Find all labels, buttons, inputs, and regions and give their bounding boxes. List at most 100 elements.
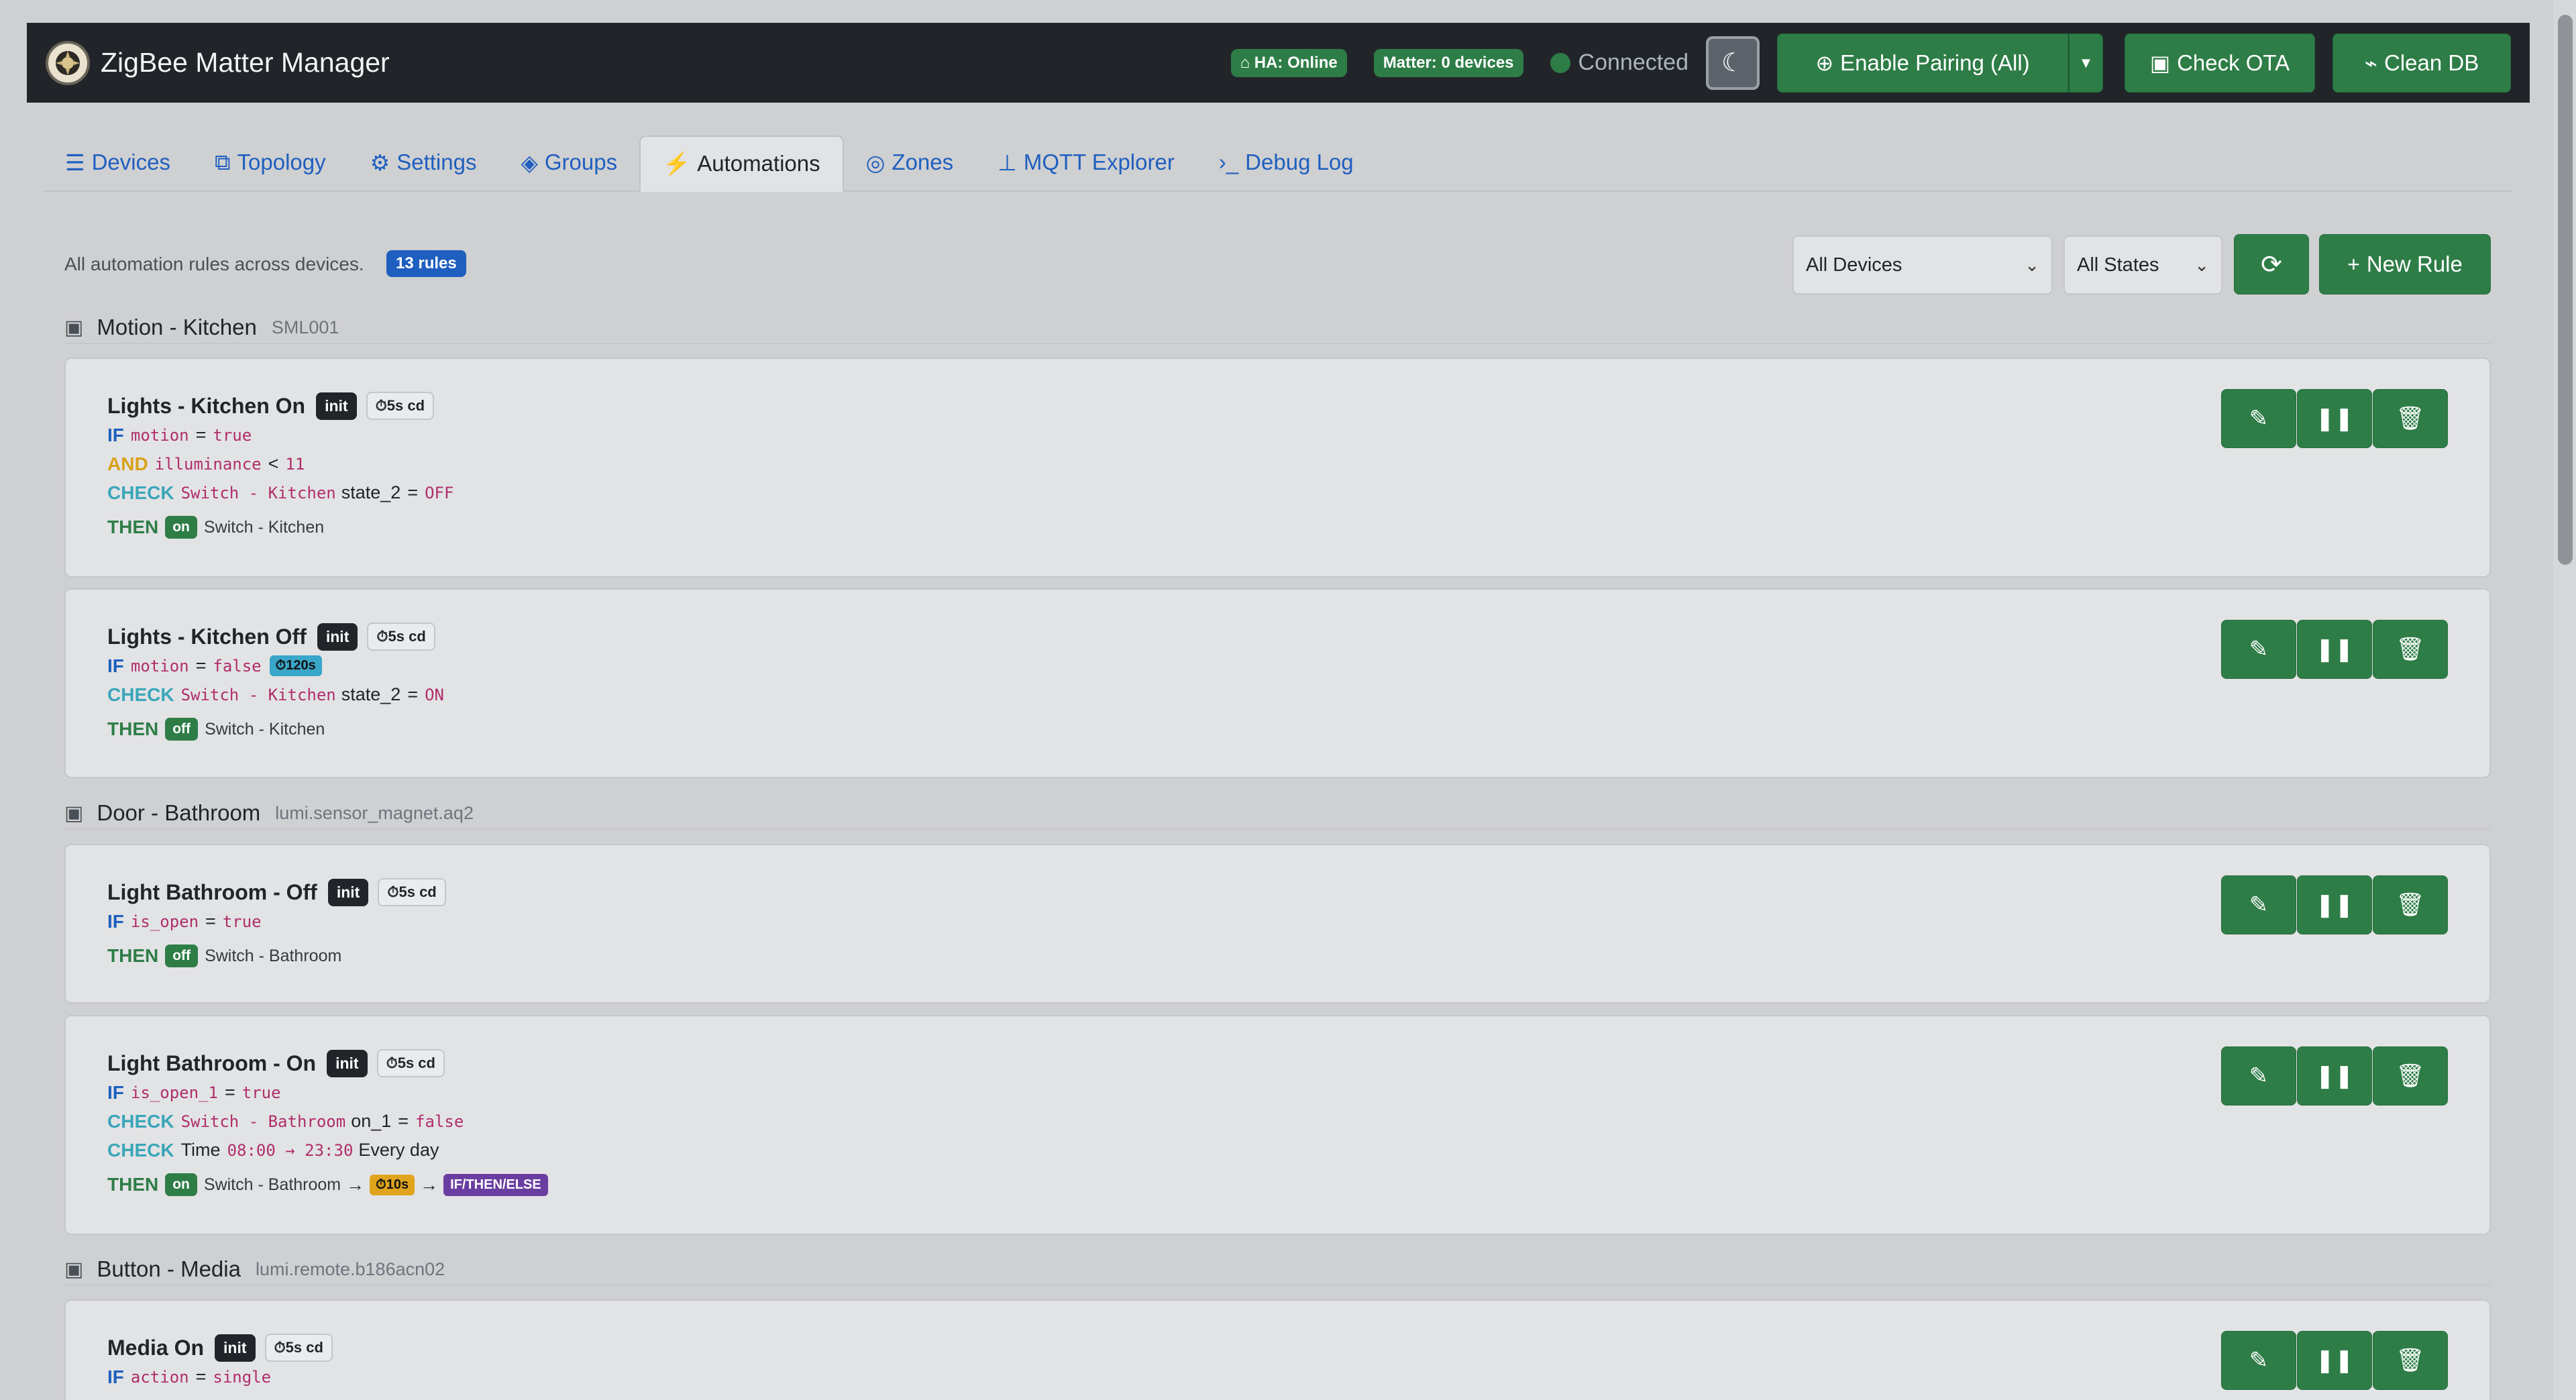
if-keyword: IF (107, 655, 124, 676)
delay-badge: ⏱10s (370, 1174, 415, 1195)
action-target: Switch - Kitchen (203, 517, 325, 537)
conditional-step-badge: IF/THEN/ELSE (443, 1173, 548, 1196)
condition-value: single (213, 1367, 272, 1387)
automations-description: All automation rules across devices. (64, 254, 364, 274)
tab-groups[interactable]: ◈ Groups (498, 134, 639, 191)
check-device: Switch - Kitchen (180, 685, 336, 704)
tab-topology[interactable]: ⧉ Topology (193, 134, 348, 191)
pause-rule-button[interactable]: ❚❚ (2297, 1046, 2372, 1106)
condition-operator: = (195, 1366, 207, 1387)
status-dot-icon (1550, 52, 1570, 73)
cooldown-badge: ⏱5s cd (376, 1049, 445, 1077)
pause-icon: ❚❚ (2315, 1348, 2354, 1373)
check-attribute: state_2 (341, 684, 401, 704)
cooldown-badge: ⏱5s cd (264, 1334, 333, 1362)
condition-operator: = (205, 911, 216, 931)
clean-db-label: Clean DB (2384, 50, 2479, 75)
ha-status-badge: ⌂ HA: Online (1230, 48, 1347, 77)
edit-rule-button[interactable]: ✎ (2221, 1046, 2296, 1106)
tab-label: Topology (237, 150, 326, 174)
edit-rule-button[interactable]: ✎ (2221, 389, 2296, 448)
then-keyword: THEN (107, 945, 159, 966)
chevron-down-icon: ⌄ (2025, 254, 2039, 275)
refresh-icon: ⟳ (2261, 250, 2282, 279)
trash-icon: 🗑 (2396, 1063, 2425, 1089)
condition-value: true (213, 425, 252, 445)
then-keyword: THEN (107, 1174, 159, 1195)
automation-rule-card: Media On init ⏱5s cd IF action = single … (64, 1299, 2491, 1400)
rule-name: Lights - Kitchen Off (107, 624, 307, 649)
tab-debug-log[interactable]: ›_ Debug Log (1197, 134, 1376, 191)
arrow-right-icon: → (346, 1174, 365, 1195)
state-filter-select[interactable]: All States ⌄ (2063, 235, 2222, 294)
edit-rule-button[interactable]: ✎ (2221, 1331, 2296, 1390)
pause-rule-button[interactable]: ❚❚ (2297, 620, 2372, 679)
chip-icon: ▣ (64, 802, 84, 824)
trash-icon: 🗑 (2396, 406, 2425, 431)
tab-label: Settings (396, 150, 477, 174)
enable-pairing-button[interactable]: ⊕ Enable Pairing (All) (1777, 33, 2068, 93)
edit-rule-button[interactable]: ✎ (2221, 875, 2296, 934)
delete-rule-button[interactable]: 🗑 (2373, 620, 2448, 679)
then-keyword: THEN (107, 718, 159, 739)
tab-automations[interactable]: ⚡ Automations (639, 136, 844, 192)
check-ota-button[interactable]: ▣ Check OTA (2125, 33, 2315, 93)
main-tabs: ☰ Devices ⧉ Topology ⚙ Settings ◈ Groups… (43, 136, 2513, 192)
rule-count-badge: 13 rules (386, 250, 466, 277)
pause-rule-button[interactable]: ❚❚ (2297, 875, 2372, 934)
edit-icon: ✎ (2249, 406, 2269, 431)
trash-icon: 🗑 (2396, 892, 2425, 918)
edit-icon: ✎ (2249, 1348, 2269, 1373)
automation-rule-card: Light Bathroom - On init ⏱5s cd IF is_op… (64, 1015, 2491, 1235)
pause-icon: ❚❚ (2315, 406, 2354, 431)
then-keyword: THEN (107, 517, 159, 537)
condition-line: IF motion = true (107, 421, 453, 449)
tab-label: Groups (544, 150, 618, 174)
device-model: lumi.remote.b186acn02 (255, 1258, 445, 1279)
then-line: THEN on Switch - Kitchen (107, 510, 453, 545)
if-keyword: IF (107, 424, 124, 445)
condition-attribute: illuminance (154, 454, 262, 474)
tab-settings[interactable]: ⚙ Settings (348, 134, 499, 191)
check-line: CHECK Switch - Kitchen state_2 = ON (107, 680, 444, 709)
tab-devices[interactable]: ☰ Devices (43, 134, 193, 191)
broadcast-icon: ⊥ (998, 150, 1017, 175)
refresh-button[interactable]: ⟳ (2234, 234, 2309, 294)
chip-icon: ▣ (64, 1258, 84, 1281)
delete-rule-button[interactable]: 🗑 (2373, 1046, 2448, 1106)
then-line: THEN off Switch - Kitchen (107, 712, 444, 747)
check-ota-label: Check OTA (2177, 50, 2290, 75)
clean-db-button[interactable]: ⌁ Clean DB (2332, 33, 2511, 93)
init-badge: init (316, 392, 357, 420)
pause-rule-button[interactable]: ❚❚ (2297, 389, 2372, 448)
init-badge: init (327, 1049, 368, 1077)
dark-mode-toggle[interactable]: ☾ (1706, 36, 1760, 90)
delete-rule-button[interactable]: 🗑 (2373, 875, 2448, 934)
pause-rule-button[interactable]: ❚❚ (2297, 1331, 2372, 1390)
cooldown-badge: ⏱5s cd (366, 392, 435, 420)
device-filter-select[interactable]: All Devices ⌄ (1792, 235, 2053, 294)
new-rule-button[interactable]: + New Rule (2319, 234, 2491, 294)
tab-zones[interactable]: ◎ Zones (844, 134, 976, 191)
pause-icon: ❚❚ (2315, 637, 2354, 662)
device-model: SML001 (271, 317, 339, 337)
pause-icon: ❚❚ (2315, 892, 2354, 918)
layers-icon: ◈ (521, 150, 538, 175)
page-scrollbar-thumb[interactable] (2558, 15, 2573, 565)
bolt-icon: ⚡ (663, 150, 691, 176)
plus-icon: + (2347, 252, 2360, 276)
tab-mqtt-explorer[interactable]: ⊥ MQTT Explorer (975, 134, 1197, 191)
pairing-dropdown-toggle[interactable]: ▼ (2068, 33, 2103, 93)
if-keyword: IF (107, 1366, 124, 1387)
tab-label: Devices (91, 150, 170, 174)
connection-text: Connected (1578, 50, 1688, 75)
delete-rule-button[interactable]: 🗑 (2373, 389, 2448, 448)
then-line: THEN off Switch - Bathroom (107, 938, 446, 973)
list-icon: ☰ (65, 150, 85, 175)
time-label: Time (180, 1140, 221, 1160)
caret-down-icon: ▼ (2078, 54, 2094, 71)
arrow-right-icon: → (420, 1174, 439, 1195)
delete-rule-button[interactable]: 🗑 (2373, 1331, 2448, 1390)
edit-rule-button[interactable]: ✎ (2221, 620, 2296, 679)
gear-icon: ⚙ (370, 150, 390, 175)
